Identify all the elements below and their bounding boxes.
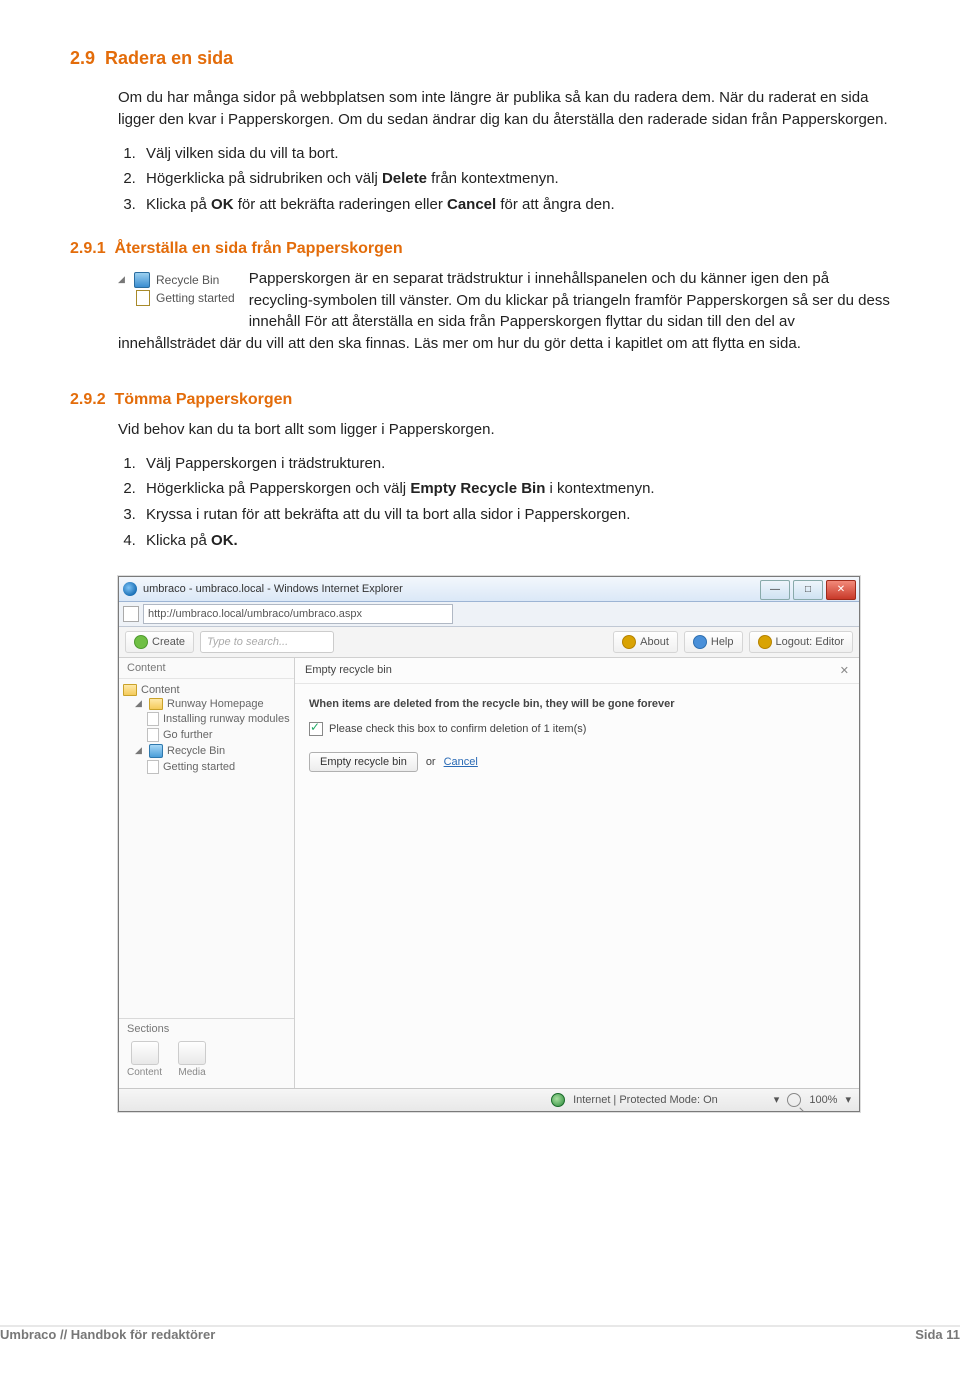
recycle-bin-icon: [149, 744, 163, 758]
folder-icon: [123, 684, 137, 696]
app-toolbar: Create Type to search... About Help Logo…: [119, 627, 859, 658]
url-input[interactable]: http://umbraco.local/umbraco/umbraco.asp…: [143, 604, 453, 624]
warning-text: When items are deleted from the recycle …: [309, 698, 845, 710]
window-title: umbraco - umbraco.local - Windows Intern…: [143, 583, 760, 595]
sections-label: Sections: [127, 1023, 286, 1035]
security-icon[interactable]: ▾: [774, 1093, 780, 1106]
steps-2-9: Välj vilken sida du vill ta bort. Högerk…: [140, 143, 890, 216]
step-2-9-2-1: Välj Papperskorgen i trädstrukturen.: [140, 453, 890, 475]
zoom-icon[interactable]: [787, 1093, 801, 1107]
recycle-figure: ◢Recycle Bin Getting started: [118, 270, 235, 308]
status-bar: Internet | Protected Mode: On ▾ 100% ▾: [119, 1088, 859, 1111]
page-footer: Umbraco // Handbok för redaktörer Sida 1…: [0, 1325, 960, 1342]
tree-gofurther[interactable]: Go further: [123, 727, 290, 743]
panel-close-icon[interactable]: ✕: [840, 664, 849, 677]
plus-icon: [134, 635, 148, 649]
umbraco-screenshot: umbraco - umbraco.local - Windows Intern…: [118, 576, 860, 1112]
heading-2-9-1: 2.9.1 Återställa en sida från Papperskor…: [70, 240, 890, 258]
help-icon: [693, 635, 707, 649]
window-titlebar: umbraco - umbraco.local - Windows Intern…: [119, 577, 859, 602]
media-icon: [178, 1041, 206, 1065]
section-media[interactable]: Media: [178, 1041, 206, 1078]
close-button[interactable]: ✕: [826, 580, 856, 600]
page-icon: [147, 712, 159, 726]
empty-recycle-button[interactable]: Empty recycle bin: [309, 752, 418, 772]
page-icon: [147, 760, 159, 774]
footer-right: Sida 11: [915, 1327, 960, 1342]
footer-left: Umbraco // Handbok för redaktörer: [0, 1327, 215, 1342]
sidebar-header: Content: [119, 658, 294, 679]
step-2-9-2-2: Högerklicka på Papperskorgen och välj Em…: [140, 478, 890, 500]
sidebar: Content Content ◢Runway Homepage Install…: [119, 658, 295, 1088]
logout-button[interactable]: Logout: Editor: [749, 631, 854, 653]
step-2-9-2: Högerklicka på sidrubriken och välj Dele…: [140, 168, 890, 190]
status-text: Internet | Protected Mode: On: [573, 1094, 718, 1106]
step-2-9-2-4: Klicka på OK.: [140, 530, 890, 552]
content-tree: Content ◢Runway Homepage Installing runw…: [119, 679, 294, 1018]
step-2-9-1: Välj vilken sida du vill ta bort.: [140, 143, 890, 165]
sections-panel: Sections Content Media: [119, 1018, 294, 1088]
section-content[interactable]: Content: [127, 1041, 162, 1078]
address-bar: http://umbraco.local/umbraco/umbraco.asp…: [119, 602, 859, 627]
or-label: or: [426, 756, 436, 768]
confirm-checkbox[interactable]: [309, 722, 323, 736]
page-icon: [123, 606, 139, 622]
search-input[interactable]: Type to search...: [200, 631, 334, 653]
content-icon: [131, 1041, 159, 1065]
main-panel: Empty recycle bin ✕ When items are delet…: [295, 658, 859, 1088]
document-icon: [136, 290, 150, 306]
heading-2-9: 2.9 Radera en sida: [70, 48, 890, 69]
intro-2-9: Om du har många sidor på webbplatsen som…: [118, 87, 890, 131]
zoom-level: 100%: [809, 1094, 837, 1106]
tree-recycle[interactable]: ◢Recycle Bin: [123, 743, 290, 759]
tree-install[interactable]: Installing runway modules: [123, 711, 290, 727]
about-button[interactable]: About: [613, 631, 678, 653]
steps-2-9-2: Välj Papperskorgen i trädstrukturen. Hög…: [140, 453, 890, 552]
globe-icon: [551, 1093, 565, 1107]
confirm-row: Please check this box to confirm deletio…: [309, 722, 845, 736]
user-icon: [758, 635, 772, 649]
info-icon: [622, 635, 636, 649]
cancel-link[interactable]: Cancel: [444, 756, 478, 768]
step-2-9-3: Klicka på OK för att bekräfta raderingen…: [140, 194, 890, 216]
tree-getting[interactable]: Getting started: [123, 759, 290, 775]
maximize-button[interactable]: □: [793, 580, 823, 600]
heading-2-9-2: 2.9.2 Tömma Papperskorgen: [70, 391, 890, 409]
folder-icon: [149, 698, 163, 710]
page-icon: [147, 728, 159, 742]
confirm-label: Please check this box to confirm deletio…: [329, 723, 586, 735]
ie-icon: [123, 582, 137, 596]
panel-title: Empty recycle bin: [305, 664, 392, 677]
create-button[interactable]: Create: [125, 631, 194, 653]
tree-content[interactable]: Content: [123, 683, 290, 697]
minimize-button[interactable]: —: [760, 580, 790, 600]
step-2-9-2-3: Kryssa i rutan för att bekräfta att du v…: [140, 504, 890, 526]
tree-runway[interactable]: ◢Runway Homepage: [123, 697, 290, 711]
help-button[interactable]: Help: [684, 631, 743, 653]
recycle-bin-icon: [134, 272, 150, 288]
intro-2-9-2: Vid behov kan du ta bort allt som ligger…: [118, 419, 890, 441]
